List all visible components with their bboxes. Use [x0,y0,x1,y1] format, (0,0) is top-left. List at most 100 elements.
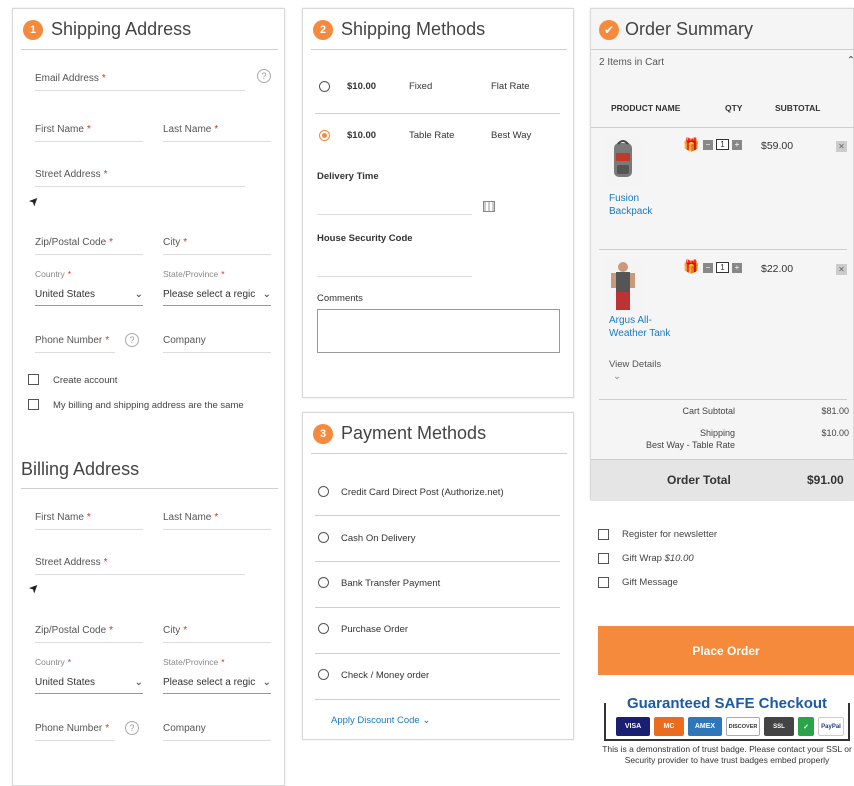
same-address-checkbox[interactable] [28,399,39,410]
shipping-label: Shipping [699,428,735,438]
shipping-carrier: Best Way [491,130,532,141]
order-total-value: $91.00 [807,473,844,487]
payment-radio[interactable] [318,577,329,588]
remove-item-icon[interactable]: ✕ [836,264,847,275]
chevron-down-icon[interactable]: ⌄ [613,371,621,382]
shipping-address-panel: 1 Shipping Address Email Address * ? Firs… [12,8,285,786]
product-name-link[interactable]: Fusion Backpack [609,192,652,218]
location-arrow-icon[interactable]: ➤ [26,192,43,209]
city-field[interactable]: City * [163,237,271,255]
chevron-down-icon: ⌄ [262,677,271,688]
billing-country-select[interactable]: United States ⌄ [35,677,143,694]
billing-zip-field[interactable]: Zip/Postal Code * [35,625,143,643]
chevron-up-icon[interactable]: ⌃ [847,55,854,66]
payment-option-label[interactable]: Bank Transfer Payment [341,578,440,589]
required-mark: * [183,625,188,636]
phone-label: Phone Number [35,335,103,346]
required-mark: * [214,512,219,523]
payment-option-label[interactable]: Cash On Delivery [341,533,415,544]
create-account-checkbox[interactable] [28,374,39,385]
help-icon[interactable]: ? [257,69,271,83]
product-image[interactable] [605,137,641,187]
last-name-field[interactable]: Last Name * [163,124,271,142]
billing-first-name-field[interactable]: First Name * [35,512,143,530]
shipping-method-label: Best Way - Table Rate [645,440,735,450]
items-in-cart-toggle[interactable]: 2 Items in Cart [599,57,664,68]
remove-item-icon[interactable]: ✕ [836,141,847,152]
payment-radio[interactable] [318,486,329,497]
chevron-down-icon: ⌄ [134,677,143,688]
shipping-radio-selected[interactable] [319,130,330,141]
country-select[interactable]: United States ⌄ [35,289,143,306]
help-icon[interactable]: ? [125,333,139,347]
qty-increase-button[interactable]: + [732,263,742,273]
qty-increase-button[interactable]: + [732,140,742,150]
email-field[interactable]: Email Address * [35,73,245,91]
billing-city-field[interactable]: City * [163,625,271,643]
payment-option-label[interactable]: Purchase Order [341,624,408,635]
comments-textarea[interactable] [317,309,560,353]
product-image[interactable] [605,260,641,312]
place-order-button[interactable]: Place Order [598,626,854,675]
divider [591,49,854,50]
phone-label: Phone Number [35,723,103,734]
qty-input[interactable]: 1 [716,139,729,150]
divider [315,515,560,516]
cart-subtotal-label: Cart Subtotal [682,406,735,416]
last-name-label: Last Name [163,124,212,135]
billing-state-select[interactable]: Please select a regic ⌄ [163,677,271,694]
billing-street-field[interactable]: Street Address * [35,557,245,575]
divider [315,113,560,114]
newsletter-checkbox[interactable] [598,529,609,540]
apply-discount-link[interactable]: Apply Discount Code ⌄ [331,714,430,727]
view-details-toggle[interactable]: View Details [609,359,661,370]
discover-icon: DISCOVER [726,717,760,736]
product-name-link[interactable]: Argus All- Weather Tank [609,314,670,340]
secure-check-icon: ✓ [798,717,814,736]
zip-field[interactable]: Zip/Postal Code * [35,237,143,255]
first-name-field[interactable]: First Name * [35,124,143,142]
qty-decrease-button[interactable]: − [703,263,713,273]
calendar-icon[interactable] [483,201,495,212]
shipping-radio[interactable] [319,81,330,92]
billing-last-name-field[interactable]: Last Name * [163,512,271,530]
qty-decrease-button[interactable]: − [703,140,713,150]
payment-radio[interactable] [318,623,329,634]
gift-icon[interactable]: 🎁 [683,259,699,275]
order-summary-panel: ✔ Order Summary 2 Items in Cart ⌃ PRODUC… [590,8,854,501]
badge-title: Guaranteed SAFE Checkout [614,695,840,712]
state-value: Please select a regic [163,677,256,688]
country-value: United States [35,677,96,688]
billing-company-field[interactable]: Company [163,723,271,741]
required-mark: * [105,723,110,734]
payment-radio[interactable] [318,532,329,543]
company-field[interactable]: Company [163,335,271,353]
divider [311,453,567,454]
check-circle-icon: ✔ [599,19,619,40]
col-subtotal-header: SUBTOTAL [775,103,821,113]
security-code-input[interactable] [317,261,472,277]
cart-subtotal-value: $81.00 [821,406,849,416]
visa-icon: VISA [616,717,650,736]
state-value: Please select a regic [163,289,256,300]
required-mark: * [183,237,188,248]
gift-message-checkbox[interactable] [598,577,609,588]
location-arrow-icon[interactable]: ➤ [26,579,43,596]
street-field[interactable]: Street Address * [35,169,245,187]
delivery-time-input[interactable] [317,199,472,215]
payment-option-label[interactable]: Check / Money order [341,670,429,681]
qty-input[interactable]: 1 [716,262,729,273]
divider [21,488,278,489]
email-label: Email Address [35,73,99,84]
divider [315,699,560,700]
same-address-label: My billing and shipping address are the … [53,400,244,411]
item-subtotal: $22.00 [761,263,794,275]
gift-icon[interactable]: 🎁 [683,137,699,153]
payment-option-label[interactable]: Credit Card Direct Post (Authorize.net) [341,487,504,498]
gift-wrap-checkbox[interactable] [598,553,609,564]
state-select[interactable]: Please select a regic ⌄ [163,289,271,306]
help-icon[interactable]: ? [125,721,139,735]
phone-field[interactable]: Phone Number * [35,335,115,353]
payment-radio[interactable] [318,669,329,680]
billing-phone-field[interactable]: Phone Number * [35,723,115,741]
